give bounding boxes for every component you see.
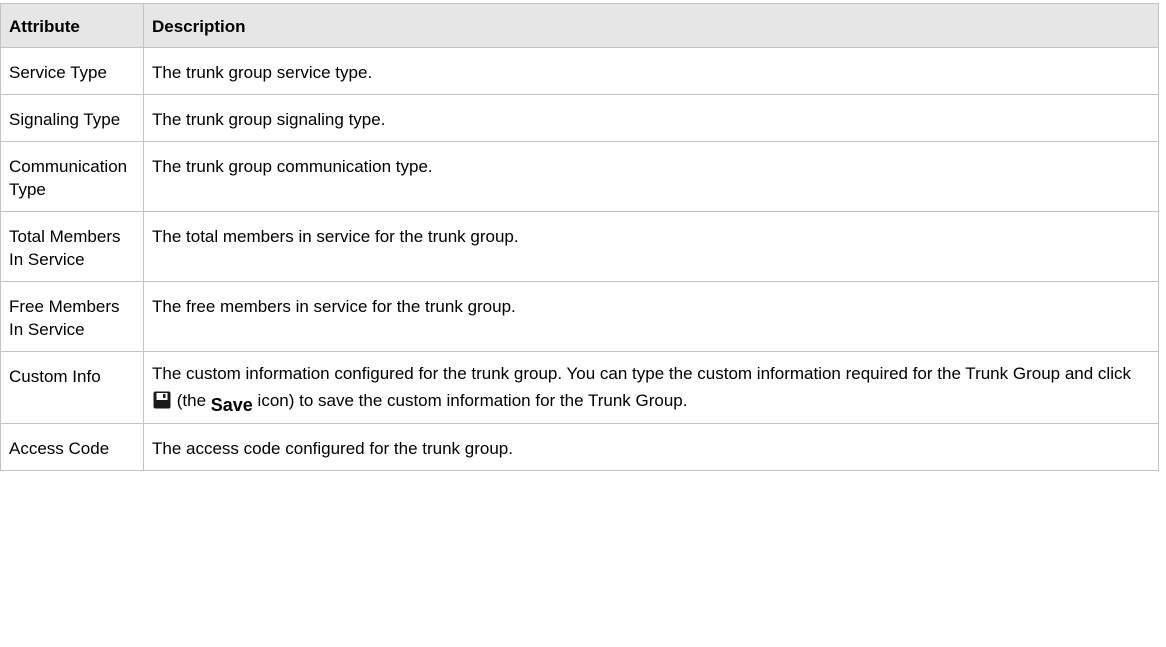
save-icon: [153, 390, 171, 409]
attribute-table: Attribute Description Service Type The t…: [0, 3, 1159, 471]
attribute-cell: Custom Info: [0, 351, 144, 424]
attribute-cell: Access Code: [0, 423, 144, 471]
header-attribute: Attribute: [0, 3, 144, 48]
attribute-cell: Communication Type: [0, 141, 144, 212]
description-cell: The trunk group service type.: [143, 47, 1159, 95]
attribute-cell: Total Members In Service: [0, 211, 144, 282]
attribute-cell: Signaling Type: [0, 94, 144, 142]
description-cell: The trunk group signaling type.: [143, 94, 1159, 142]
table-header: Attribute Description: [0, 3, 1159, 48]
description-cell: The total members in service for the tru…: [143, 211, 1159, 282]
attribute-cell: Free Members In Service: [0, 281, 144, 352]
description-text-part2: (the: [176, 391, 207, 410]
table-row: Free Members In Service The free members…: [0, 281, 1159, 352]
attribute-cell: Service Type: [0, 47, 144, 95]
table-row: Communication Type The trunk group commu…: [0, 141, 1159, 212]
table-row: Custom Info The custom information confi…: [0, 351, 1159, 424]
header-description: Description: [143, 3, 1159, 48]
description-cell: The free members in service for the trun…: [143, 281, 1159, 352]
description-text-part1: The custom information configured for th…: [152, 364, 1131, 383]
table-row: Signaling Type The trunk group signaling…: [0, 94, 1159, 142]
description-cell: The trunk group communication type.: [143, 141, 1159, 212]
description-cell: The access code configured for the trunk…: [143, 423, 1159, 471]
table-row: Service Type The trunk group service typ…: [0, 47, 1159, 95]
save-label: Save: [210, 395, 253, 415]
table-row: Access Code The access code configured f…: [0, 423, 1159, 471]
header-row: Attribute Description: [0, 3, 1159, 48]
description-cell: The custom information configured for th…: [143, 351, 1159, 424]
description-text-part3: icon) to save the custom information for…: [257, 391, 688, 410]
table-row: Total Members In Service The total membe…: [0, 211, 1159, 282]
